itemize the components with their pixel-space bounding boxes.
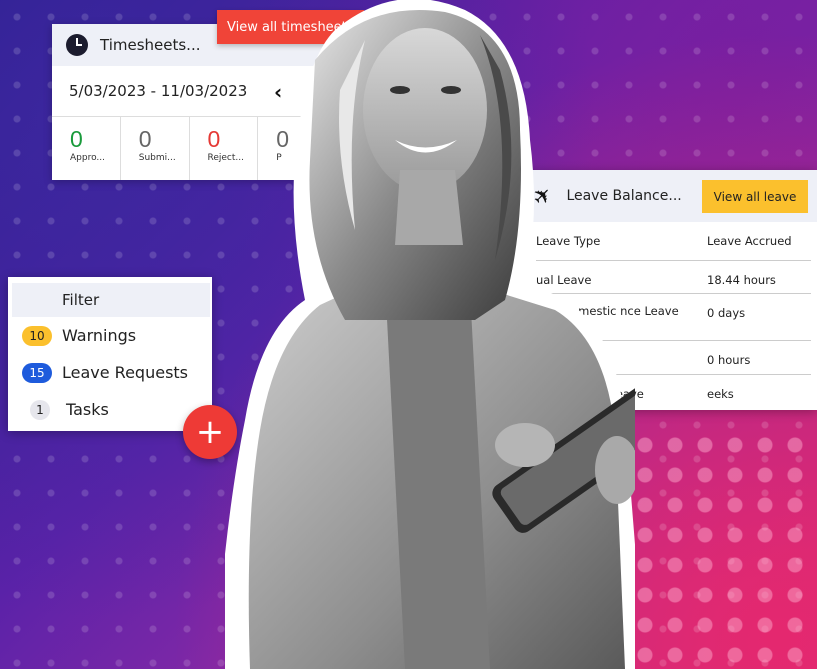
column-header-leave-accrued: Leave Accrued <box>707 234 792 248</box>
view-all-leave-button[interactable]: View all leave <box>702 180 808 213</box>
leave-requests-count-badge: 15 <box>22 362 52 383</box>
stat-submitted[interactable]: 0 Submi... <box>121 117 190 180</box>
date-range-label: 5/03/2023 - 11/03/2023 <box>69 82 248 100</box>
clock-icon <box>66 34 88 56</box>
filter-item-tasks[interactable]: 1 Tasks <box>8 391 212 428</box>
leave-accrued-cell: 0 days <box>707 306 746 320</box>
filter-card: Filter 10 Warnings 15 Leave Requests 1 T… <box>8 277 212 431</box>
filter-title: Filter <box>12 283 210 317</box>
filter-item-label: Warnings <box>62 326 137 345</box>
person-photo <box>225 0 635 669</box>
leave-accrued-cell: 0 hours <box>707 353 751 367</box>
timesheets-title: Timesheets... <box>100 36 201 54</box>
warnings-count-badge: 10 <box>22 325 52 346</box>
plus-icon: + <box>195 412 225 452</box>
stat-approved-label: Appro... <box>70 153 106 163</box>
filter-item-label: Leave Requests <box>62 363 189 382</box>
stat-submitted-label: Submi... <box>138 153 176 163</box>
stat-approved-value: 0 <box>70 126 83 152</box>
leave-accrued-cell: 18.44 hours <box>707 273 776 287</box>
stat-submitted-value: 0 <box>138 126 152 152</box>
leave-accrued-cell: eeks <box>707 387 734 401</box>
stat-approved[interactable]: 0 Appro... <box>52 117 121 180</box>
filter-item-label: Tasks <box>66 400 109 419</box>
tasks-count-badge: 1 <box>30 399 50 420</box>
filter-item-warnings[interactable]: 10 Warnings <box>8 317 212 354</box>
filter-item-leave-requests[interactable]: 15 Leave Requests <box>8 354 212 391</box>
